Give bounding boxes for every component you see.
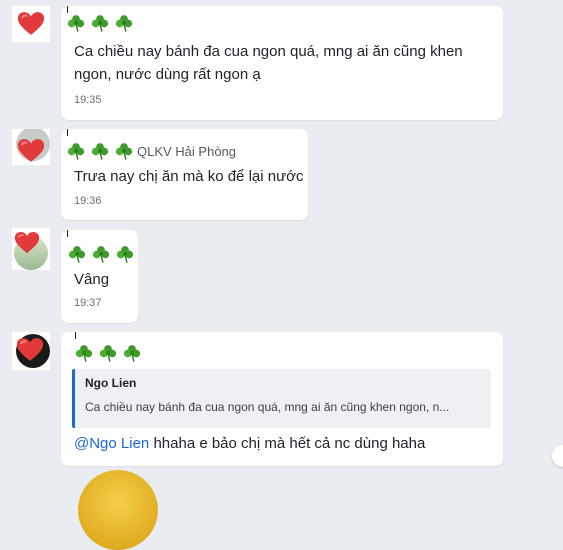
message-bubble[interactable]: Vâng 19:37 bbox=[61, 230, 138, 323]
message-text: Vâng bbox=[74, 271, 110, 288]
clover-icon bbox=[67, 14, 85, 32]
message-bubble[interactable]: Ngo Lien Ca chiều nay bánh đa cua ngon q… bbox=[61, 332, 503, 466]
clover-icon bbox=[99, 344, 117, 362]
avatar[interactable] bbox=[12, 228, 50, 270]
clover-icon bbox=[115, 142, 133, 160]
message-text: ngon, nước dùng rất ngon ạ bbox=[74, 66, 261, 83]
mention-link[interactable]: @Ngo Lien bbox=[74, 435, 149, 452]
avatar[interactable] bbox=[12, 6, 50, 42]
message-bubble[interactable]: QLKV Hải Phòng Trưa nay chị ăn mà ko để … bbox=[61, 129, 308, 220]
heart-icon bbox=[16, 337, 44, 362]
avatar[interactable] bbox=[78, 470, 158, 550]
clover-icon bbox=[115, 14, 133, 32]
sender-name[interactable]: QLKV Hải Phòng bbox=[137, 144, 236, 159]
clover-icon bbox=[92, 245, 110, 263]
avatar[interactable] bbox=[12, 332, 50, 370]
reaction-marker bbox=[75, 332, 76, 339]
message-time: 19:35 bbox=[74, 94, 102, 106]
heart-icon bbox=[17, 138, 45, 163]
clover-icon bbox=[116, 245, 134, 263]
message-time: 19:37 bbox=[74, 297, 102, 309]
message-text: @Ngo Lien hhaha e bảo chị mà hết cả nc d… bbox=[74, 432, 425, 455]
heart-icon bbox=[14, 231, 40, 254]
clover-icon bbox=[75, 344, 93, 362]
heart-icon bbox=[17, 11, 45, 36]
quote-text: Ca chiều nay bánh đa cua ngon quá, mng a… bbox=[85, 400, 450, 414]
reaction-marker bbox=[67, 230, 68, 237]
message-body: hhaha e bảo chị mà hết cả nc dùng haha bbox=[149, 435, 426, 452]
reaction-row[interactable] bbox=[75, 344, 147, 362]
message-time: 19:36 bbox=[74, 195, 102, 207]
quoted-message[interactable]: Ngo Lien Ca chiều nay bánh đa cua ngon q… bbox=[72, 369, 491, 428]
reaction-row[interactable] bbox=[68, 245, 134, 263]
reaction-marker bbox=[67, 129, 68, 136]
clover-icon bbox=[91, 142, 109, 160]
message-text: Ca chiều nay bánh đa cua ngon quá, mng a… bbox=[74, 43, 463, 60]
clover-icon bbox=[91, 14, 109, 32]
reaction-row[interactable] bbox=[67, 14, 147, 32]
message-bubble[interactable]: Ca chiều nay bánh đa cua ngon quá, mng a… bbox=[61, 6, 503, 120]
reaction-marker bbox=[67, 6, 68, 13]
message-text: Trưa nay chị ăn mà ko để lại nước bbox=[74, 168, 304, 185]
avatar[interactable] bbox=[12, 129, 50, 165]
clover-icon bbox=[68, 245, 86, 263]
scroll-down-button[interactable] bbox=[552, 445, 563, 467]
clover-icon bbox=[67, 142, 85, 160]
clover-icon bbox=[123, 344, 141, 362]
quote-author: Ngo Lien bbox=[85, 376, 137, 390]
reaction-row[interactable] bbox=[67, 142, 139, 160]
